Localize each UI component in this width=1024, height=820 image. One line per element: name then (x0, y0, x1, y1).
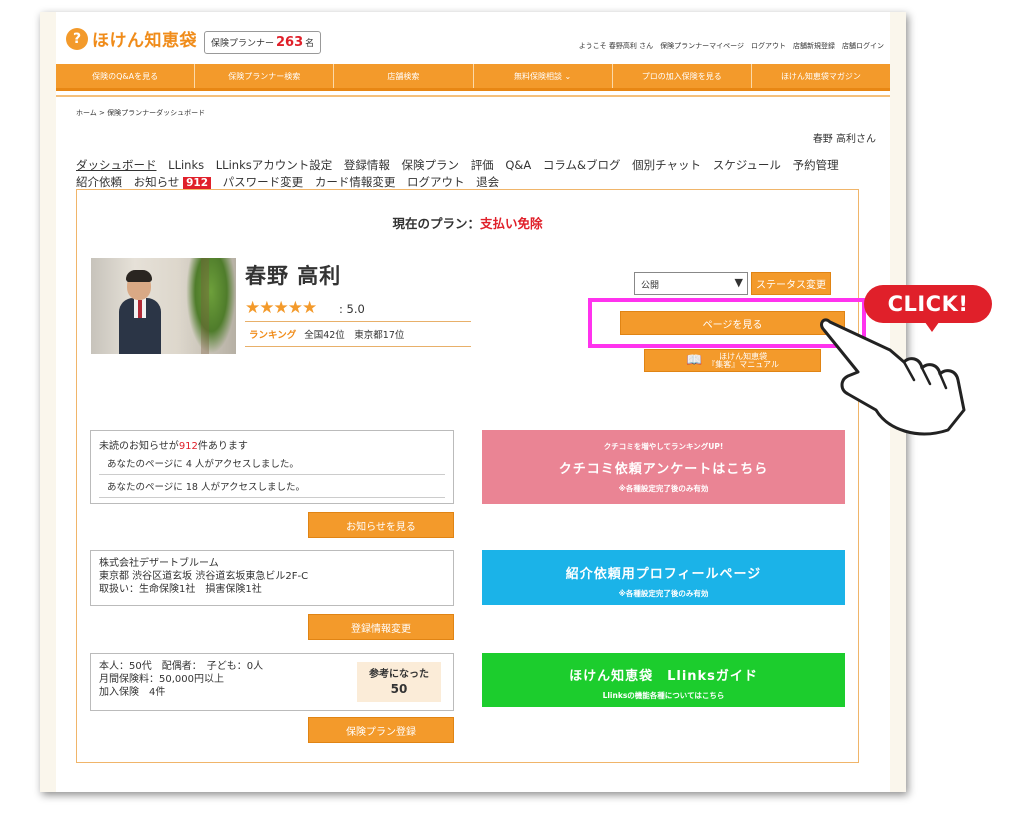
tab-logout[interactable]: ログアウト (407, 175, 465, 189)
tab-qa[interactable]: Q&A (505, 158, 531, 172)
banner-green-note: Llinksの機能各種についてはこちら (602, 691, 725, 700)
review-request-banner[interactable]: クチコミを増やしてランキングUP! クチコミ依頼アンケートはこちら ※各種設定完… (482, 430, 845, 504)
notice-item[interactable]: あなたのページに 4 人がアクセスしました。 (99, 452, 445, 475)
tab-password[interactable]: パスワード変更 (223, 175, 304, 189)
tab-insurance-plan[interactable]: 保険プラン (402, 158, 460, 172)
profile-photo (91, 258, 236, 354)
status-select[interactable]: 公開 ▼ (634, 272, 748, 295)
nav-item-free-consult[interactable]: 無料保険相談 ⌄ (474, 64, 613, 88)
banner-green-title: ほけん知恵袋 Llinksガイド (569, 669, 758, 684)
view-notices-button[interactable]: お知らせを見る (308, 512, 454, 538)
planner-label: 保険プランナー (211, 39, 275, 49)
tab-llinks[interactable]: LLinks (168, 158, 204, 172)
question-bag-icon: ? (66, 27, 88, 50)
helpful-count: 50 (390, 682, 408, 696)
photo-person (119, 270, 161, 354)
nav-item-planner-search[interactable]: 保険プランナー検索 (195, 64, 335, 88)
site-header: ? ほけん知恵袋 保険プランナー 263 名 ようこそ 春野高利 さん 保険プランナ… (56, 12, 890, 64)
profile-name: 春野 高利 (245, 264, 342, 288)
banner-pink-small: クチコミを増やしてランキングUP! (603, 441, 724, 451)
ranking-label: ランキング (249, 330, 297, 341)
tab-schedule[interactable]: スケジュール (713, 158, 781, 172)
dashboard-panel: 現在のプラン：支払い免除 春野 高利 ★★★★★ : 5.0 ランキング 全国42… (76, 189, 866, 763)
helpful-count-box: 参考になった 50 (357, 662, 441, 702)
breadcrumb[interactable]: ホーム > 保険プランナーダッシュボード (76, 108, 205, 118)
nav-divider (56, 95, 890, 97)
edit-registration-button[interactable]: 登録情報変更 (308, 614, 454, 640)
referral-profile-banner[interactable]: 紹介依頼用プロフィールページ ※各種設定完了後のみ有効 (482, 550, 845, 605)
dashboard-tabs: ダッシュボード LLinks LLinksアカウント設定 登録情報 保険プラン … (76, 157, 866, 192)
nav-item-magazine[interactable]: ほけん知恵袋マガジン (752, 64, 890, 88)
site-logo[interactable]: ? ほけん知恵袋 (66, 26, 197, 51)
manual-button[interactable]: 📖 ほけん知恵袋 『集客』マニュアル (644, 349, 821, 372)
user-name: 春野 高利さん (812, 134, 876, 145)
company-name: 株式会社デザートブルーム (99, 558, 219, 569)
banner-pink-title: クチコミ依頼アンケートはこちら (558, 461, 769, 477)
company-handling: 取扱い：生命保険1社 損害保険1社 (99, 584, 262, 595)
nav-item-qa[interactable]: 保険のQ&Aを見る (56, 64, 196, 88)
book-icon: 📖 (686, 353, 703, 368)
view-page-button[interactable]: ページを見る (620, 311, 845, 335)
ranking-value: 全国42位 東京都17位 (304, 330, 405, 341)
plan-value: 支払い免除 (480, 216, 543, 231)
tab-reservation[interactable]: 予約管理 (793, 158, 839, 172)
llinks-guide-banner[interactable]: ほけん知恵袋 Llinksガイド Llinksの機能各種についてはこちら (482, 653, 845, 707)
register-plan-button[interactable]: 保険プラン登録 (308, 717, 454, 743)
tab-card[interactable]: カード情報変更 (315, 175, 396, 189)
status-change-button[interactable]: ステータス変更 (751, 272, 831, 295)
family-info-box: 本人：50代 配偶者： 子ども：0人 月間保険料：50,000円以上 加入保険 … (90, 653, 454, 711)
page: ? ほけん知恵袋 保険プランナー 263 名 ようこそ 春野高利 さん 保険プランナ… (56, 12, 890, 792)
photo-plant (186, 258, 236, 354)
planner-count-badge: 保険プランナー 263 名 (204, 31, 322, 54)
pointing-hand-icon (820, 318, 966, 436)
ranking-row: ランキング 全国42位 東京都17位 (245, 321, 471, 347)
status-select-value: 公開 (641, 281, 660, 291)
photo-plant-stem (201, 258, 209, 354)
tab-notice-label: お知らせ (133, 175, 180, 189)
notice-item[interactable]: あなたのページに 18 人がアクセスしました。 (99, 475, 445, 498)
tab-review[interactable]: 評価 (471, 158, 494, 172)
browser-frame: ? ほけん知恵袋 保険プランナー 263 名 ようこそ 春野高利 さん 保険プランナ… (40, 12, 906, 792)
manual-text: ほけん知恵袋 『集客』マニュアル (707, 352, 779, 369)
banner-pink-note: ※各種設定完了後のみ有効 (618, 483, 709, 493)
tab-chat[interactable]: 個別チャット (632, 158, 701, 172)
rating-value: : 5.0 (339, 302, 365, 316)
notice-box: 未読のお知らせが912件あります あなたのページに 4 人がアクセスしました。 … (90, 430, 454, 504)
top-links[interactable]: ようこそ 春野高利 さん 保険プランナーマイページ ログアウト 店舗新規登録 店… (579, 41, 884, 51)
banner-blue-note: ※各種設定完了後のみ有効 (618, 588, 709, 598)
tab-withdraw[interactable]: 退会 (476, 175, 499, 189)
planner-unit: 名 (305, 39, 315, 49)
dropdown-arrow-icon: ▼ (734, 276, 743, 289)
tab-notice[interactable]: お知らせ 912 (133, 175, 212, 189)
company-info-box: 株式会社デザートブルーム 東京都 渋谷区道玄坂 渋谷道玄坂東急ビル2F-C 取扱… (90, 550, 454, 606)
nav-item-pro-insurance[interactable]: プロの加入保険を見る (613, 64, 752, 88)
helpful-label: 参考になった (369, 669, 429, 680)
manual-line2: 『集客』マニュアル (707, 359, 779, 369)
notice-heading: 未読のお知らせが912件あります (99, 441, 248, 452)
tab-column[interactable]: コラム&ブログ (543, 158, 621, 172)
main-nav: 保険のQ&Aを見る 保険プランナー検索 店舗検索 無料保険相談 ⌄ プロの加入保… (56, 64, 890, 91)
current-plan: 現在のプラン：支払い免除 (77, 213, 858, 232)
banner-blue-title: 紹介依頼用プロフィールページ (565, 566, 762, 582)
unread-count: 912 (178, 441, 198, 452)
planner-count: 263 (276, 35, 304, 50)
nav-item-store-search[interactable]: 店舗検索 (334, 64, 474, 88)
tab-referral[interactable]: 紹介依頼 (76, 175, 122, 189)
tab-llinks-account[interactable]: LLinksアカウント設定 (216, 158, 332, 172)
tab-dashboard[interactable]: ダッシュボード (76, 158, 157, 172)
rating-stars-icon: ★★★★★ (245, 298, 317, 318)
company-address: 東京都 渋谷区道玄坂 渋谷道玄坂東急ビル2F-C (99, 571, 309, 582)
notice-count-badge: 912 (183, 177, 212, 189)
tab-registration[interactable]: 登録情報 (344, 158, 390, 172)
plan-label: 現在のプラン： (392, 216, 480, 231)
logo-text: ほけん知恵袋 (92, 31, 197, 51)
